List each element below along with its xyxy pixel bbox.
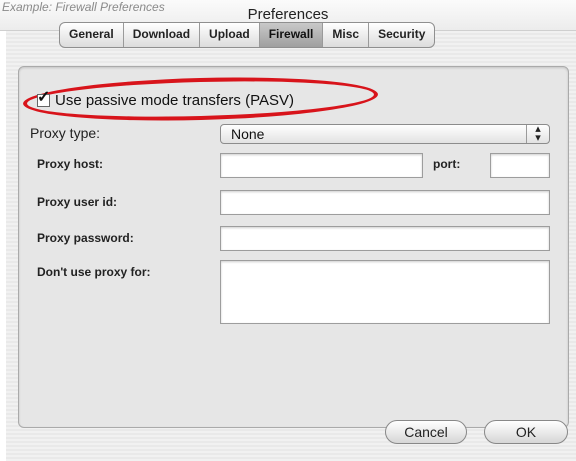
preferences-window: Example: Firewall Preferences Preference…: [0, 0, 576, 461]
port-input[interactable]: [490, 153, 550, 178]
proxy-host-label: Proxy host:: [37, 157, 104, 171]
tab-firewall[interactable]: Firewall: [259, 23, 324, 47]
tab-download[interactable]: Download: [124, 23, 201, 47]
tab-security[interactable]: Security: [369, 23, 434, 47]
proxy-type-select[interactable]: None ▴ ▾: [220, 124, 550, 144]
tab-misc[interactable]: Misc: [323, 23, 370, 47]
proxy-type-label: Proxy type:: [30, 125, 101, 141]
proxy-host-input[interactable]: [220, 153, 423, 178]
checkmark-icon: ✓: [37, 89, 51, 106]
port-label: port:: [433, 157, 461, 171]
proxy-user-label: Proxy user id:: [37, 195, 118, 209]
tab-upload[interactable]: Upload: [200, 23, 260, 47]
window-title: Preferences: [247, 6, 329, 23]
tab-bar: General Download Upload Firewall Misc Se…: [59, 22, 436, 48]
passive-mode-option[interactable]: ✓ Use passive mode transfers (PASV): [37, 89, 294, 109]
proxy-exclude-textarea[interactable]: [220, 260, 550, 324]
cancel-button[interactable]: Cancel: [385, 420, 467, 444]
proxy-exclude-label: Don't use proxy for:: [37, 265, 151, 279]
proxy-type-value: None: [231, 126, 265, 142]
ok-button[interactable]: OK: [484, 420, 568, 444]
stepper-arrows-icon: ▴ ▾: [526, 124, 549, 144]
tab-general[interactable]: General: [60, 23, 124, 47]
passive-mode-checkbox[interactable]: ✓: [37, 89, 50, 107]
proxy-password-input[interactable]: [220, 226, 550, 251]
proxy-user-input[interactable]: [220, 190, 550, 215]
proxy-password-label: Proxy password:: [37, 231, 134, 245]
passive-mode-label[interactable]: Use passive mode transfers (PASV): [55, 92, 294, 109]
